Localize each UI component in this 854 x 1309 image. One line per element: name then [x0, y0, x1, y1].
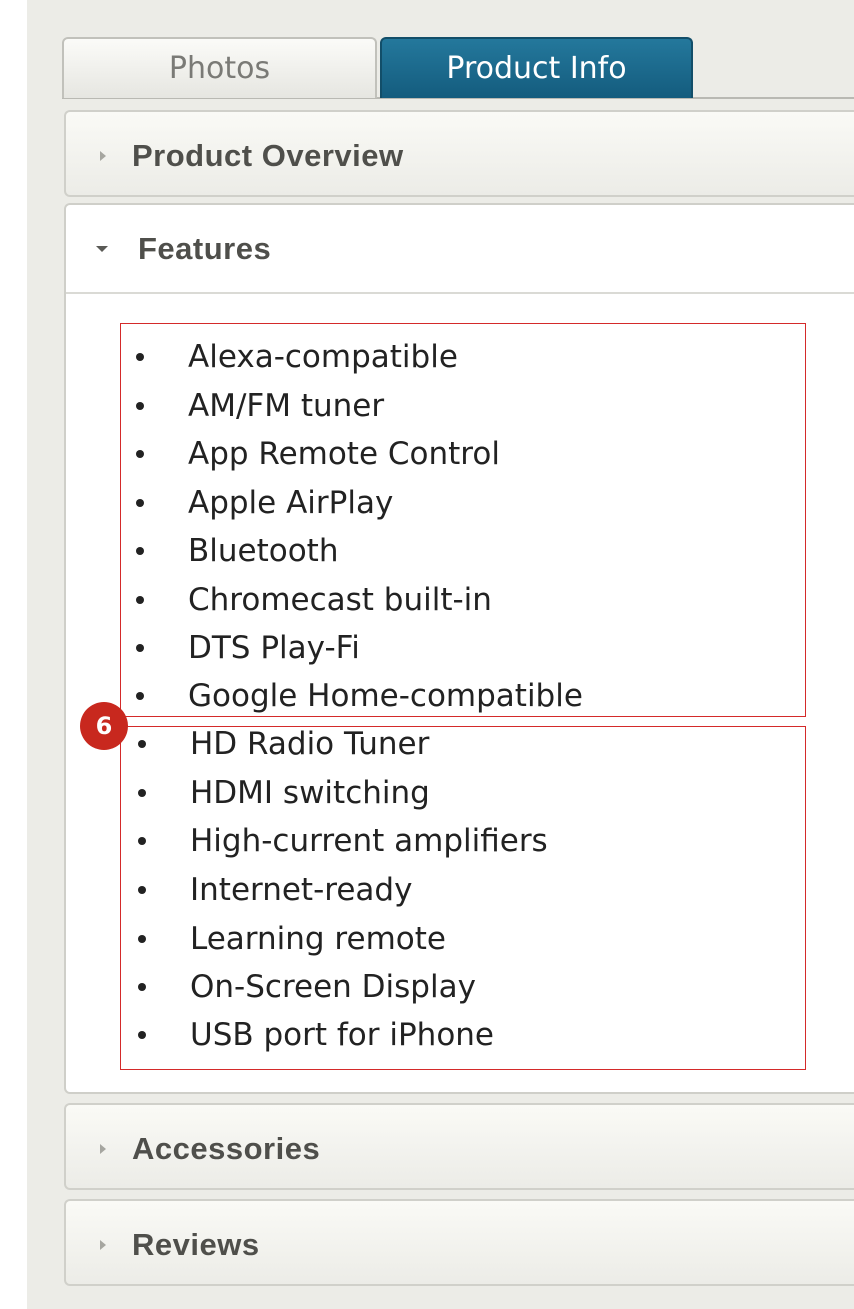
- accessories-header[interactable]: Accessories: [66, 1105, 854, 1192]
- section-reviews: Reviews: [64, 1199, 854, 1286]
- section-title: Product Overview: [132, 137, 404, 173]
- section-product-overview: Product Overview: [64, 110, 854, 197]
- annotation-box: [120, 726, 806, 1070]
- tab-photos[interactable]: Photos: [62, 37, 377, 98]
- reviews-header[interactable]: Reviews: [66, 1201, 854, 1288]
- section-accessories: Accessories: [64, 1103, 854, 1190]
- product-overview-header[interactable]: Product Overview: [66, 112, 854, 199]
- annotation-box: [120, 323, 806, 717]
- section-title: Accessories: [132, 1130, 321, 1166]
- section-title: Reviews: [132, 1226, 260, 1262]
- caret-right-icon: [100, 1239, 106, 1250]
- caret-right-icon: [100, 150, 106, 161]
- tab-product-info[interactable]: Product Info: [380, 37, 693, 98]
- section-title: Features: [138, 230, 272, 266]
- caret-right-icon: [100, 1143, 106, 1154]
- caret-down-icon: [96, 245, 108, 252]
- annotation-badge: 6: [80, 702, 128, 750]
- features-header[interactable]: Features: [66, 205, 854, 294]
